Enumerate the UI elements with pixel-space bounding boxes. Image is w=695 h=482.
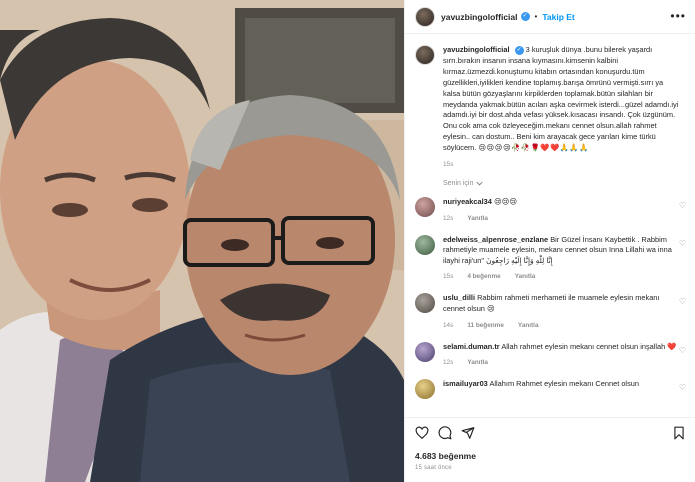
avatar[interactable] (415, 293, 435, 314)
comment-time: 14s (443, 321, 454, 329)
verified-badge-icon: ✓ (514, 45, 524, 55)
caption-username[interactable]: yavuzbingolofficial (443, 45, 510, 54)
comment-item: ismailuyar03 Allahım Rahmet eylesin meka… (415, 379, 686, 400)
bookmark-icon[interactable] (672, 426, 686, 440)
comment-item: uslu_dilli Rabbim rahmeti merhameti ile … (415, 293, 686, 329)
like-comment-heart-icon[interactable]: ♡ (679, 201, 686, 210)
avatar[interactable] (415, 341, 435, 362)
comment-username[interactable]: selami.duman.tr (443, 342, 500, 351)
post-header: yavuzbingolofficial ✓ • Takip Et ••• (405, 0, 695, 34)
comment-icon[interactable] (438, 426, 452, 440)
more-options-icon[interactable]: ••• (670, 9, 686, 23)
comment-time: 12s (443, 214, 454, 222)
like-comment-heart-icon[interactable]: ♡ (679, 346, 686, 355)
comments-list[interactable]: yavuzbingolofficial ✓ 3 kuruşluk dünya .… (405, 35, 695, 417)
comment-likes[interactable]: 11 beğenme (467, 322, 504, 329)
caption-emojis: 😢😢😢😢🥀🥀🌹❤️❤️🙏🙏🙏 (478, 143, 589, 153)
reply-button[interactable]: Yanıtla (518, 322, 539, 329)
like-comment-heart-icon[interactable]: ♡ (679, 383, 686, 392)
comment-time: 12s (443, 359, 454, 367)
for-you-label: Senin için (443, 180, 474, 188)
comment-username[interactable]: edelweiss_alpenrose_enzlane (443, 235, 548, 244)
like-count[interactable]: 4.683 beğenme (415, 451, 476, 461)
verified-badge-icon: ✓ (520, 12, 530, 21)
separator-dot: • (534, 12, 538, 21)
avatar[interactable] (415, 197, 435, 218)
comment-username[interactable]: uslu_dilli (443, 293, 475, 302)
comment-text: Allah rahmet eylesin mekanı cennet olsun… (501, 341, 677, 351)
comment-username[interactable]: nuriyeakcal34 (443, 197, 492, 206)
avatar[interactable] (415, 6, 435, 27)
caption-time: 15s (443, 161, 454, 169)
comment-item: selami.duman.tr Allah rahmet eylesin mek… (415, 341, 686, 367)
comment-username[interactable]: ismailuyar03 (443, 379, 488, 388)
comment-item: nuriyeakcal34 😢😢😢 12s Yanıtla ♡ (415, 197, 686, 222)
username-link[interactable]: yavuzbingolofficial (441, 12, 518, 22)
comment-text: Allahım Rahmet eylesin mekanı Cennet ols… (489, 379, 639, 389)
caption-avatar[interactable] (415, 45, 435, 65)
share-icon[interactable] (461, 426, 475, 440)
like-comment-heart-icon[interactable]: ♡ (679, 239, 686, 248)
photo-illustration (0, 0, 404, 482)
for-you-filter[interactable]: Senin için (443, 180, 686, 187)
post-photo[interactable] (0, 0, 404, 482)
comment-likes[interactable]: 4 beğenme (467, 273, 500, 280)
avatar[interactable] (415, 379, 435, 400)
caption-text: 3 kuruşluk dünya .bunu bilerek yaşardı s… (443, 45, 679, 153)
post-time: 15 saat önce (415, 465, 452, 471)
reply-button[interactable]: Yanıtla (515, 273, 536, 280)
post-detail-panel: yavuzbingolofficial ✓ • Takip Et ••• yav… (404, 0, 695, 482)
follow-button[interactable]: Takip Et (542, 12, 574, 22)
reply-button[interactable]: Yanıtla (467, 359, 488, 366)
comment-text: Rabbim rahmeti merhameti ile muamele eyl… (443, 293, 660, 314)
comment-text: 😢😢😢 (493, 197, 518, 207)
comment-time: 15s (443, 273, 454, 281)
heart-icon[interactable] (415, 426, 429, 440)
caption: yavuzbingolofficial ✓ 3 kuruşluk dünya .… (415, 45, 686, 168)
reply-button[interactable]: Yanıtla (467, 215, 488, 222)
like-comment-heart-icon[interactable]: ♡ (679, 297, 686, 306)
avatar[interactable] (415, 234, 435, 255)
comment-item: edelweiss_alpenrose_enzlane Bir Güzel İn… (415, 234, 686, 281)
post-actions: 4.683 beğenme 15 saat önce (405, 417, 695, 482)
chevron-down-icon (476, 181, 484, 186)
